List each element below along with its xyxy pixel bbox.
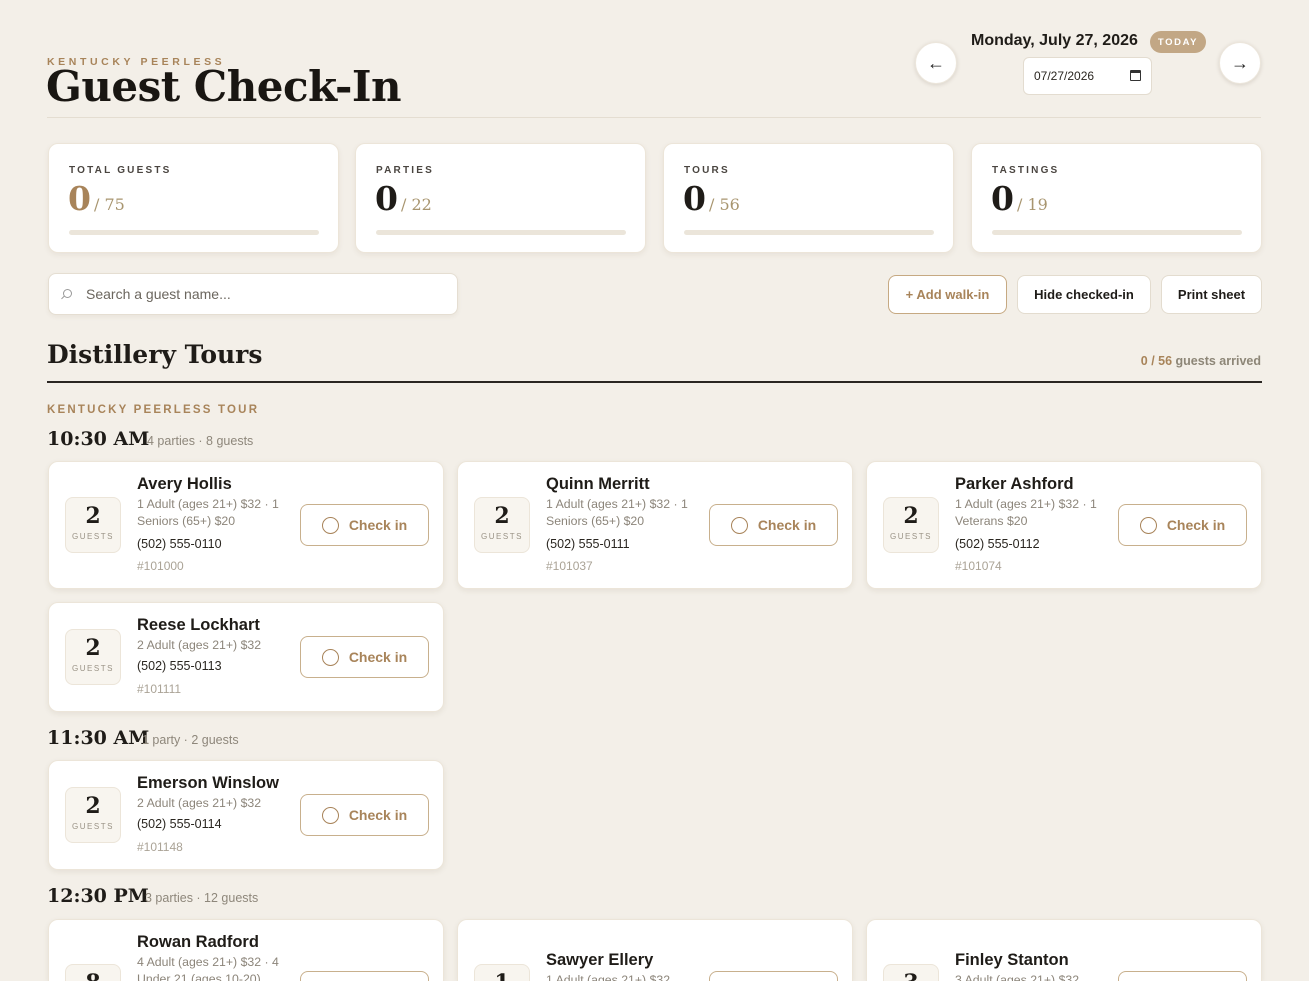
stat-value: 0/ 75 [68,179,125,218]
guest-tickets: 2 Adult (ages 21+) $32 [137,796,262,810]
guest-name: Finley Stanton [955,951,1069,969]
stat-value: 0/ 56 [683,179,740,218]
section-divider [47,381,1262,383]
header-divider [47,117,1261,118]
guest-booking-id: #101074 [955,559,1002,573]
guest-name: Sawyer Ellery [546,951,654,969]
circle-icon [321,648,339,666]
search-box [48,273,458,315]
guest-booking-id: #101037 [546,559,593,573]
guest-count-box: 2 GUESTS [65,629,121,685]
add-walkin-button[interactable]: + Add walk-in [888,275,1007,314]
search-input[interactable] [86,274,446,314]
guest-card: 3 Finley Stanton 3 Adult (ages 21+) $32 [866,919,1262,981]
arrow-left-icon: ← [927,52,945,73]
guest-count-box: 1 [474,964,530,981]
guest-count-box: 8 [65,964,121,981]
guest-tickets: 1 Adult (ages 21+) $32 · 1 Seniors (65+)… [137,497,279,528]
calendar-icon[interactable] [1130,70,1141,81]
slot-meta: 3 parties · 12 guests [145,891,259,905]
guest-count-box: 2 GUESTS [65,497,121,553]
guest-card: 2 GUESTS Emerson Winslow 2 Adult (ages 21… [48,760,444,870]
stat-progress-bar [376,230,626,235]
guest-tickets: 4 Adult (ages 21+) $32 · 4 Under 21 (age… [137,955,279,981]
arrived-count: 0 / 56 guests arrived [1140,354,1261,368]
guest-name: Quinn Merritt [546,475,650,493]
stat-label: PARTIES [376,165,434,176]
guest-booking-id: #101148 [137,840,183,854]
hide-checked-in-button[interactable]: Hide checked-in [1017,275,1151,314]
guest-tickets: 2 Adult (ages 21+) $32 [137,638,262,652]
guest-count-box: 2 GUESTS [474,497,530,553]
current-date-label: Monday, July 27, 2026 [971,32,1138,49]
check-in-button[interactable]: Check in [1118,504,1247,546]
page-title: Guest Check-In [46,62,402,111]
guest-card: 2 GUESTS Quinn Merritt 1 Adult (ages 21+)… [457,461,853,589]
slot-time: 11:30 AM [47,727,150,749]
guest-booking-id: #101111 [137,682,182,696]
circle-icon [730,516,748,534]
tour-name: KENTUCKY PEERLESS TOUR [47,404,260,416]
circle-icon [321,516,339,534]
check-in-button[interactable]: Check in [300,636,429,678]
stat-label: TOURS [684,165,730,176]
guest-card: 2 GUESTS Avery Hollis 1 Adult (ages 21+) … [48,461,444,589]
slot-time: 12:30 PM [47,885,149,907]
slot-meta: 4 parties · 8 guests [147,434,254,448]
stat-label: TOTAL GUESTS [69,165,172,176]
guest-card: 1 Sawyer Ellery 1 Adult (ages 21+) $32 [457,919,853,981]
check-in-button[interactable] [300,971,429,981]
guest-count-box: 3 [883,964,939,981]
guest-count-box: 2 GUESTS [65,787,121,843]
guest-card: 8 Rowan Radford 4 Adult (ages 21+) $32 ·… [48,919,444,981]
guest-phone: (502) 555-0113 [137,659,222,673]
circle-icon [321,806,339,824]
guest-phone: (502) 555-0114 [137,817,222,831]
guest-name: Reese Lockhart [137,616,260,634]
section-title: Distillery Tours [47,340,263,369]
guest-name: Parker Ashford [955,475,1074,493]
stat-card-tours: TOURS 0/ 56 [663,143,954,253]
stat-label: TASTINGS [992,165,1060,176]
stat-card-tastings: TASTINGS 0/ 19 [971,143,1262,253]
search-icon [63,289,72,298]
guest-name: Emerson Winslow [137,774,279,792]
stat-card-parties: PARTIES 0/ 22 [355,143,646,253]
guest-phone: (502) 555-0110 [137,537,222,551]
guest-name: Avery Hollis [137,475,232,493]
guest-card: 2 GUESTS Parker Ashford 1 Adult (ages 21+… [866,461,1262,589]
print-sheet-button[interactable]: Print sheet [1161,275,1262,314]
circle-icon [1139,516,1157,534]
guest-booking-id: #101000 [137,559,184,573]
date-value: 07/27/2026 [1034,69,1095,83]
stat-value: 0/ 19 [991,179,1048,218]
stat-value: 0/ 22 [375,179,432,218]
guest-tickets: 1 Adult (ages 21+) $32 · 1 Veterans $20 [955,497,1097,528]
today-badge[interactable]: TODAY [1150,31,1206,53]
slot-time: 10:30 AM [47,428,150,450]
arrow-right-icon: → [1231,52,1249,73]
next-day-button[interactable]: → [1219,42,1261,84]
check-in-button[interactable]: Check in [300,794,429,836]
check-in-button[interactable]: Check in [709,504,838,546]
date-picker-input[interactable]: 07/27/2026 [1023,57,1152,95]
guest-card: 2 GUESTS Reese Lockhart 2 Adult (ages 21+… [48,602,444,712]
guest-phone: (502) 555-0112 [955,537,1040,551]
check-in-button[interactable]: Check in [300,504,429,546]
guest-tickets: 3 Adult (ages 21+) $32 [955,973,1080,981]
stat-card-total-guests: TOTAL GUESTS 0/ 75 [48,143,339,253]
stat-progress-bar [684,230,934,235]
guest-phone: (502) 555-0111 [546,537,630,551]
stat-progress-bar [992,230,1242,235]
guest-name: Rowan Radford [137,933,259,951]
stat-progress-bar [69,230,319,235]
slot-meta: 1 party · 2 guests [142,733,239,747]
check-in-button[interactable] [1118,971,1247,981]
previous-day-button[interactable]: ← [915,42,957,84]
guest-tickets: 1 Adult (ages 21+) $32 [546,973,671,981]
guest-count-box: 2 GUESTS [883,497,939,553]
check-in-button[interactable] [709,971,838,981]
guest-tickets: 1 Adult (ages 21+) $32 · 1 Seniors (65+)… [546,497,688,528]
